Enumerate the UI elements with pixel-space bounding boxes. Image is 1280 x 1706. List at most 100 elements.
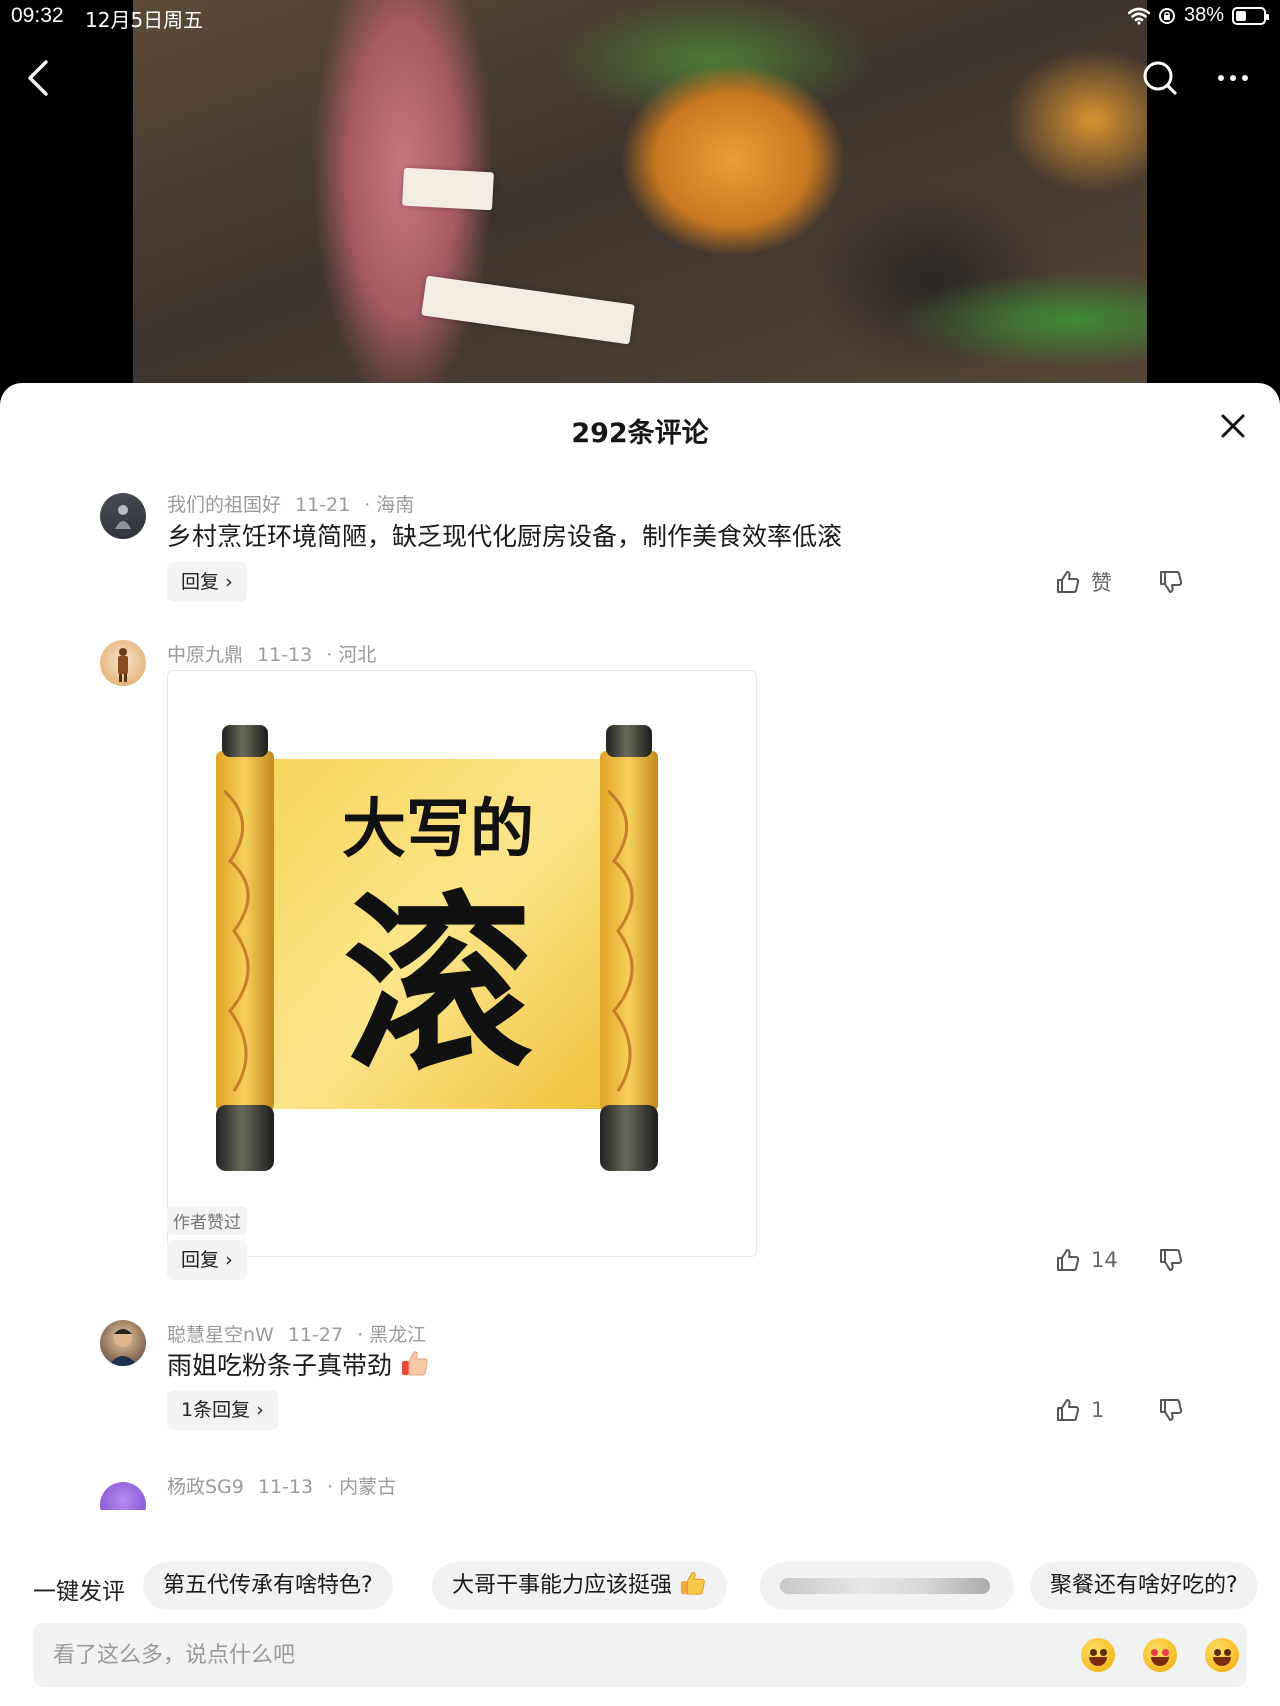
search-icon (1143, 61, 1177, 95)
grinning-emoji-icon[interactable] (1205, 1638, 1239, 1672)
comment-input-bar (33, 1623, 1247, 1687)
quick-comment-chip[interactable]: 聚餐还有啥好吃的? (1030, 1562, 1258, 1610)
avatar[interactable] (100, 493, 146, 539)
like-count: 赞 (1091, 571, 1112, 595)
comment-region: 黑龙江 (369, 1324, 427, 1346)
comment-username[interactable]: 我们的祖国好 (167, 494, 281, 516)
dislike-button[interactable] (1158, 1240, 1184, 1280)
thumbs-up-icon (1057, 1249, 1080, 1271)
comment-count-title: 292条评论 (571, 418, 709, 449)
chip-text: 大哥干事能力应该挺强 (452, 1573, 673, 1598)
avatar-figure (108, 1329, 138, 1366)
comment-item: 聪慧星空nW 11-27 · 黑龙江 雨姐吃粉条子真带劲 1条回复 › 1 (0, 1320, 1280, 1450)
emoji-mouth (1089, 1657, 1107, 1666)
comment-item: 中原九鼎 11-13 · 河北 大写的 滚 作者赞过 回复 › 14 (0, 640, 1280, 1280)
battery-fill (1236, 10, 1246, 21)
thumbs-down-icon (1160, 571, 1183, 593)
quick-comment-chip[interactable] (760, 1562, 1014, 1610)
wifi-icon (1127, 7, 1150, 25)
comment-item: 杨政SG9 11-13 · 内蒙古 (0, 1470, 1280, 1510)
like-button[interactable]: 赞 (1055, 562, 1112, 602)
comment-text: 雨姐吃粉条子真带劲 (167, 1346, 430, 1382)
avatar[interactable] (100, 1482, 146, 1510)
like-button[interactable]: 14 (1055, 1240, 1118, 1280)
comment-date: 11-21 (295, 494, 351, 516)
thumbs-down-icon (1160, 1249, 1183, 1271)
chevron-right-icon: › (225, 1249, 233, 1271)
video-player[interactable]: 09:32 12月5日周五 38% (0, 0, 1280, 400)
quick-comment-chip[interactable]: 第五代传承有啥特色? (143, 1562, 393, 1610)
food-noodle (402, 167, 494, 211)
thumbs-up-emoji-icon (680, 1572, 705, 1595)
reply-button[interactable]: 1条回复 › (167, 1390, 278, 1430)
thumbs-up-icon (1057, 1399, 1080, 1421)
orientation-lock-icon (1158, 7, 1175, 24)
like-count: 14 (1091, 1248, 1118, 1272)
reply-label: 回复 (181, 1249, 220, 1271)
comment-text-content: 雨姐吃粉条子真带劲 (167, 1351, 393, 1380)
meta-separator: · (327, 1476, 334, 1498)
chip-blurred-content (780, 1578, 990, 1594)
like-button[interactable]: 1 (1055, 1390, 1104, 1430)
quick-comment-chip[interactable]: 大哥干事能力应该挺强 (432, 1562, 728, 1610)
reply-label: 1条回复 (181, 1399, 251, 1421)
dislike-button[interactable] (1158, 1390, 1184, 1430)
more-options-button[interactable] (1210, 56, 1260, 100)
emoji-eye (1214, 1649, 1221, 1656)
sticker-text-main: 滚 (343, 875, 533, 1096)
laughing-crying-emoji-icon[interactable] (1081, 1638, 1115, 1672)
meta-separator: · (326, 644, 333, 666)
emoji-eye (1151, 1649, 1158, 1656)
reply-button[interactable]: 回复 › (167, 562, 247, 602)
comment-username[interactable]: 中原九鼎 (167, 644, 243, 666)
thumbs-up-emoji-icon (401, 1351, 428, 1376)
comment-date: 11-13 (257, 644, 313, 666)
comment-text: 乡村烹饪环境简陋，缺乏现代化厨房设备，制作美食效率低滚 (167, 522, 843, 551)
comment-date: 11-13 (257, 1476, 314, 1498)
comment-item: 我们的祖国好 11-21 · 海南 乡村烹饪环境简陋，缺乏现代化厨房设备，制作美食效率… (0, 490, 1280, 620)
meta-separator: · (364, 494, 371, 516)
dislike-button[interactable] (1158, 562, 1184, 602)
reply-button[interactable]: 回复 › (167, 1240, 247, 1280)
search-button[interactable] (1140, 56, 1180, 100)
sticker-image[interactable]: 大写的 滚 (167, 670, 757, 1257)
video-frame (133, 0, 1147, 400)
close-icon (1221, 414, 1245, 438)
status-date: 12月5日周五 (85, 8, 204, 32)
emoji-eye (1100, 1649, 1107, 1656)
comment-username[interactable]: 杨政SG9 (167, 1476, 244, 1498)
meta-separator: · (357, 1324, 364, 1346)
heart-eyes-emoji-icon[interactable] (1143, 1638, 1177, 1672)
status-indicators: 38% (1127, 4, 1269, 27)
comment-input[interactable] (53, 1623, 953, 1687)
emoji-mouth (1151, 1657, 1169, 1666)
avatar[interactable] (100, 1320, 146, 1366)
comment-region: 河北 (338, 644, 377, 666)
reply-label: 回复 (181, 571, 220, 593)
battery-percent: 38% (1183, 4, 1224, 26)
quick-comment-row: 一键发评 第五代传承有啥特色? 大哥干事能力应该挺强 聚餐还有啥好吃的? (0, 1562, 1280, 1612)
comment-meta: 杨政SG9 11-13 · 内蒙古 (167, 1472, 410, 1499)
emoji-eye (1162, 1649, 1169, 1656)
chip-text: 第五代传承有啥特色? (163, 1573, 373, 1598)
close-button[interactable] (1218, 411, 1248, 441)
comment-meta: 我们的祖国好 11-21 · 海南 (167, 490, 428, 517)
status-bar: 09:32 12月5日周五 38% (0, 0, 1280, 34)
status-time: 09:32 (11, 4, 64, 27)
comment-username[interactable]: 聪慧星空nW (167, 1324, 274, 1346)
comment-meta: 中原九鼎 11-13 · 河北 (167, 640, 390, 667)
avatar-figure (118, 648, 128, 682)
food-noodle (421, 275, 635, 345)
comment-region: 海南 (376, 494, 415, 516)
sticker-text-top: 大写的 (342, 793, 534, 867)
like-count: 1 (1091, 1398, 1105, 1422)
avatar[interactable] (100, 640, 146, 686)
thumbs-down-icon (1160, 1399, 1183, 1421)
scroll-sticker: 大写的 滚 (216, 725, 658, 1171)
back-button[interactable] (22, 56, 58, 100)
quick-comment-label: 一键发评 (33, 1579, 125, 1605)
battery-icon (1232, 6, 1269, 25)
comment-date: 11-27 (287, 1324, 344, 1346)
chip-text: 聚餐还有啥好吃的? (1050, 1573, 1238, 1598)
chevron-left-icon (28, 60, 48, 96)
